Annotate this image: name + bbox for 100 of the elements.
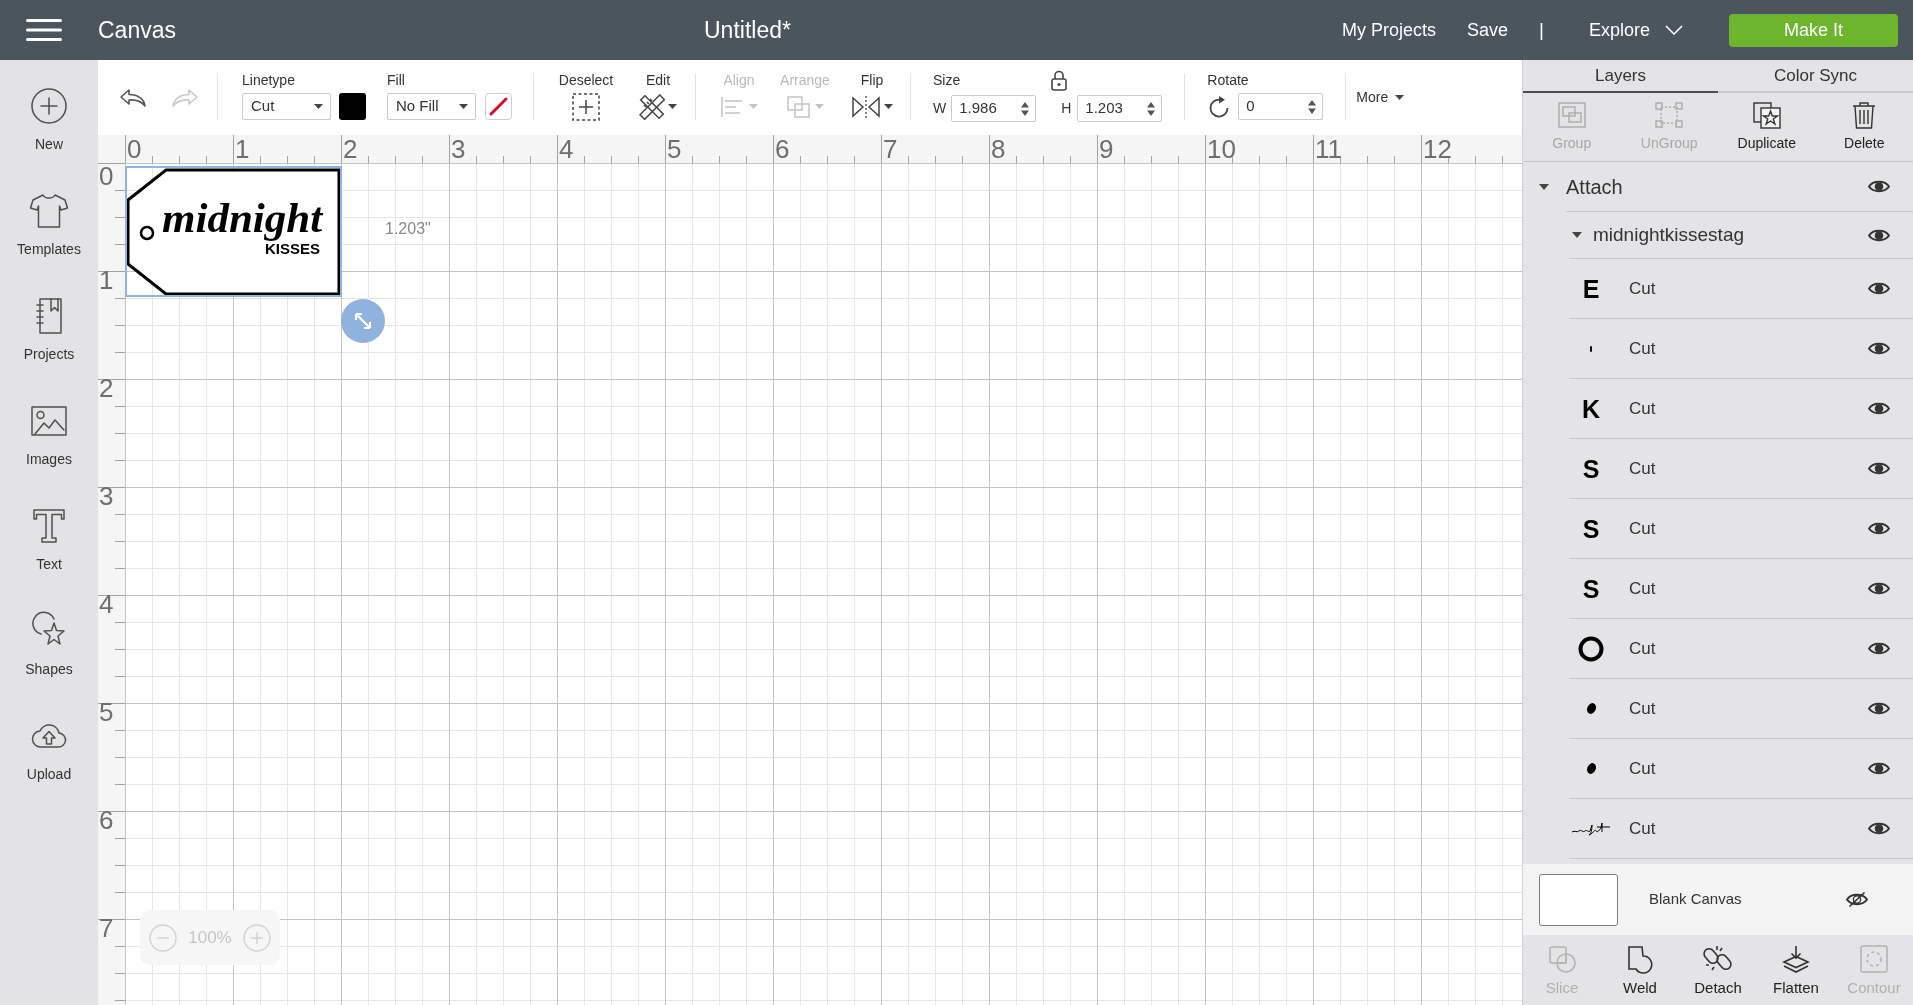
ruler-number: 4 — [99, 591, 114, 617]
panel-tab[interactable]: Layers — [1523, 60, 1718, 93]
ruler-number: 6 — [775, 136, 790, 162]
eye-icon[interactable] — [1868, 761, 1890, 776]
eye-icon[interactable] — [1868, 581, 1890, 596]
layer-name[interactable]: Cut — [1629, 635, 1656, 662]
layer-name[interactable]: Cut — [1629, 275, 1656, 302]
layer-name[interactable]: Attach — [1566, 171, 1623, 202]
caret-icon — [459, 104, 468, 109]
eye-icon[interactable] — [1868, 641, 1890, 656]
lock-icon[interactable] — [1050, 69, 1069, 91]
layer-name[interactable]: midnightkissestag — [1593, 220, 1745, 250]
rotation-field[interactable]: 0 — [1238, 93, 1324, 120]
eye-icon[interactable] — [1868, 281, 1890, 296]
sidebar-button[interactable]: Shapes — [0, 597, 98, 702]
ruler-number: 2 — [343, 136, 358, 162]
undo-icon[interactable] — [118, 86, 148, 109]
script-text: midnight — [162, 196, 323, 239]
eye-icon[interactable] — [1868, 821, 1890, 836]
eye-icon[interactable] — [1868, 227, 1890, 243]
ruler-number: 10 — [1207, 136, 1236, 162]
more-button[interactable]: More — [1356, 87, 1405, 108]
width-field[interactable]: 1.986 — [951, 95, 1037, 122]
ruler-number: 5 — [99, 699, 114, 725]
layer-name[interactable]: Cut — [1629, 755, 1656, 782]
explore-menu[interactable]: Explore — [1588, 16, 1683, 44]
stacked-squares-icon — [786, 94, 812, 119]
panel-action-button[interactable]: Duplicate — [1718, 93, 1816, 161]
toolbar-button[interactable]: Edit — [638, 60, 678, 135]
eye-slash-icon[interactable] — [1846, 892, 1868, 907]
pencil-ruler-icon — [639, 93, 665, 120]
panel-action-button[interactable]: Delete — [1815, 93, 1913, 161]
shirt-icon — [29, 191, 69, 231]
layer-name[interactable]: Cut — [1629, 455, 1656, 482]
eye-icon[interactable] — [1868, 341, 1890, 356]
deselect-icon — [572, 92, 600, 121]
caret-icon — [749, 104, 758, 109]
ruler-number: 1 — [99, 267, 114, 293]
layer-name[interactable]: Cut — [1629, 395, 1656, 422]
layers-arrow-icon — [1781, 944, 1811, 974]
field-label: H — [1061, 99, 1072, 118]
ruler-number: 9 — [1099, 136, 1114, 162]
height-field[interactable]: 1.203 — [1077, 95, 1163, 122]
spinner-arrows-icon[interactable] — [1021, 100, 1030, 117]
dash-thumbnail-icon — [1590, 345, 1592, 352]
toolbar-button[interactable]: Flip — [852, 60, 892, 135]
expand-caret-icon[interactable] — [1572, 232, 1582, 238]
weld-shape-icon — [1625, 944, 1655, 974]
resize-handle[interactable] — [341, 299, 385, 343]
script-thumbnail-icon — [1571, 821, 1611, 836]
eye-icon[interactable] — [1868, 179, 1890, 194]
ruler-number: 6 — [99, 807, 114, 833]
dimension-label: 1.203" — [385, 219, 431, 239]
caret-icon — [884, 104, 893, 109]
ruler-number: 8 — [991, 136, 1006, 162]
sidebar-button[interactable]: Projects — [0, 282, 98, 387]
layer-name[interactable]: Cut — [1629, 575, 1656, 602]
ruler-number: 0 — [127, 136, 142, 162]
layer-name[interactable]: Cut — [1629, 335, 1656, 362]
app-name: Canvas — [98, 15, 176, 45]
sidebar-button[interactable]: Templates — [0, 177, 98, 282]
header-divider: | — [1539, 17, 1544, 42]
ruler-number: 4 — [559, 136, 574, 162]
eye-icon[interactable] — [1868, 461, 1890, 476]
toolbar-label: Fill — [387, 72, 406, 89]
menu-icon[interactable] — [26, 19, 62, 41]
spinner-arrows-icon[interactable] — [1308, 98, 1317, 115]
no-fill-swatch-icon[interactable] — [485, 93, 512, 120]
color-swatch[interactable] — [339, 93, 366, 120]
layer-name[interactable]: Cut — [1629, 515, 1656, 542]
sidebar-button[interactable]: New — [0, 72, 98, 177]
panel-tab[interactable]: Color Sync — [1718, 60, 1913, 93]
header-link[interactable]: Save — [1467, 16, 1509, 44]
sidebar-button[interactable]: Text — [0, 492, 98, 597]
eye-icon[interactable] — [1868, 701, 1890, 716]
slice-shapes-icon — [1547, 944, 1577, 974]
header-link[interactable]: My Projects — [1341, 16, 1436, 44]
toolbar-label: Linetype — [242, 72, 296, 89]
operation-button[interactable]: Weld — [1601, 935, 1679, 1005]
layer-name[interactable]: Cut — [1629, 695, 1656, 722]
layer-name[interactable]: Blank Canvas — [1649, 888, 1742, 911]
linetype-select[interactable]: Cut — [242, 93, 331, 120]
duplicate-star-icon — [1751, 101, 1782, 129]
operation-button[interactable]: Detach — [1679, 935, 1757, 1005]
fill-select[interactable]: No Fill — [387, 93, 476, 120]
operation-button[interactable]: Flatten — [1757, 935, 1835, 1005]
eye-icon[interactable] — [1868, 521, 1890, 536]
eye-icon[interactable] — [1868, 401, 1890, 416]
dot-thumbnail-icon — [1585, 702, 1597, 715]
spinner-arrows-icon[interactable] — [1147, 100, 1156, 117]
expand-caret-icon[interactable] — [1539, 183, 1549, 190]
ruler-number: 2 — [99, 375, 114, 401]
toolbar-button[interactable]: Deselect — [556, 60, 616, 135]
ruler-number: 3 — [99, 483, 114, 509]
sidebar-button[interactable]: Upload — [0, 702, 98, 807]
layer-name[interactable]: Cut — [1629, 815, 1656, 842]
letter-thumbnail: E — [1582, 274, 1600, 303]
ruler-number: 7 — [883, 136, 898, 162]
sidebar-button[interactable]: Images — [0, 387, 98, 492]
flip-triangles-icon — [851, 94, 881, 119]
